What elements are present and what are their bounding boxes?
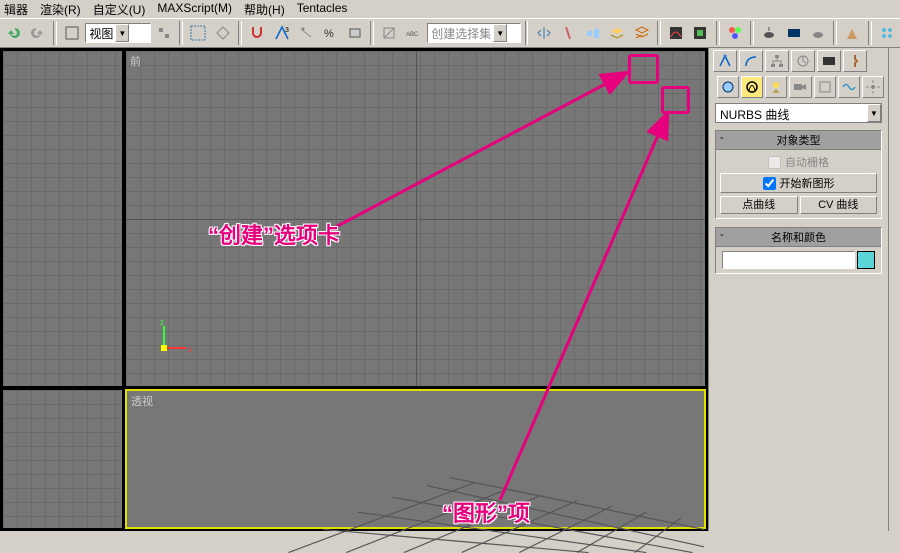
separator [370, 21, 374, 45]
rollout-header[interactable]: - 对象类型 [716, 131, 881, 150]
mirror-button[interactable] [532, 21, 554, 45]
start-new-shape-button[interactable]: 开始新图形 [720, 173, 877, 193]
menu-maxscript[interactable]: MAXScript(M) [157, 1, 232, 17]
start-shape-checkbox[interactable] [763, 177, 776, 190]
modify-tab[interactable] [739, 50, 763, 72]
motion-tab[interactable] [791, 50, 815, 72]
view-dropdown[interactable]: 视图 ▼ [85, 23, 150, 43]
abc-button[interactable]: ABC [403, 21, 425, 45]
name-color-rollout: - 名称和颜色 [715, 227, 882, 274]
object-name-input[interactable] [722, 251, 855, 269]
shapes-subtab[interactable] [741, 76, 763, 98]
tool-b-button[interactable] [876, 21, 898, 45]
cv-curve-button[interactable]: CV 曲线 [800, 196, 878, 214]
menu-bar: 辑器 渲染(R) 自定义(U) MAXScript(M) 帮助(H) Tenta… [0, 0, 900, 18]
selection-all-button[interactable] [187, 21, 209, 45]
chevron-down-icon: ▼ [867, 104, 881, 122]
chevron-down-icon: ▼ [115, 24, 129, 42]
separator [525, 21, 529, 45]
menu-tentacles[interactable]: Tentacles [297, 1, 348, 17]
percent-snap-button[interactable] [295, 21, 317, 45]
create-type-dropdown[interactable]: NURBS 曲线 ▼ [715, 103, 882, 123]
material-editor-button[interactable] [724, 21, 746, 45]
hierarchy-tab[interactable] [765, 50, 789, 72]
auto-grid-checkbox [768, 156, 781, 169]
render-setup-button[interactable] [758, 21, 780, 45]
chevron-down-icon: ▼ [493, 24, 507, 42]
separator [238, 21, 242, 45]
command-panel: NURBS 曲线 ▼ - 对象类型 自动栅格 开始新图形 点曲线 C [708, 48, 888, 531]
menu-help[interactable]: 帮助(H) [244, 1, 285, 17]
rollout-header[interactable]: - 名称和颜色 [716, 228, 881, 247]
menu-editor[interactable]: 辑器 [4, 1, 28, 17]
angle-snap-button[interactable]: 3 [270, 21, 292, 45]
svg-text:z: z [160, 318, 164, 327]
auto-grid-label: 自动栅格 [785, 154, 829, 170]
helpers-subtab[interactable] [814, 76, 836, 98]
separator [179, 21, 183, 45]
schematic-view-button[interactable] [689, 21, 711, 45]
viewport-bottom-left[interactable] [2, 389, 123, 529]
tool-a-button[interactable] [841, 21, 863, 45]
menu-render[interactable]: 渲染(R) [40, 1, 81, 17]
percent-button[interactable]: % [319, 21, 341, 45]
separator [53, 21, 57, 45]
snap-button[interactable] [246, 21, 268, 45]
array-button[interactable] [557, 21, 579, 45]
geometry-subtab[interactable] [717, 76, 739, 98]
viewport-perspective[interactable]: 透视 [125, 389, 706, 529]
separator [868, 21, 872, 45]
align-button[interactable] [581, 21, 603, 45]
point-curve-button[interactable]: 点曲线 [720, 196, 798, 214]
viewport-front[interactable]: 前 x z [125, 50, 706, 387]
main-toolbar: 视图 ▼ 3 % ABC 创建选择集 ▼ [0, 18, 900, 48]
menu-custom[interactable]: 自定义(U) [93, 1, 146, 17]
viewport-front-label: 前 [130, 53, 141, 69]
create-tab[interactable] [713, 50, 737, 72]
cameras-subtab[interactable] [789, 76, 811, 98]
tool-button[interactable] [153, 21, 175, 45]
systems-subtab[interactable] [862, 76, 884, 98]
object-color-swatch[interactable] [857, 251, 875, 269]
selection-filter-button[interactable] [212, 21, 234, 45]
svg-text:3: 3 [285, 27, 289, 34]
viewport-top-left[interactable] [2, 50, 123, 387]
viewport-area: 前 x z 透视 [0, 48, 708, 531]
quick-render-button[interactable] [807, 21, 829, 45]
named-selection-button[interactable] [378, 21, 400, 45]
axis-gizmo-icon: x z [156, 316, 196, 356]
separator [716, 21, 720, 45]
display-tab[interactable] [817, 50, 841, 72]
selection-set-dropdown[interactable]: 创建选择集 ▼ [427, 23, 520, 43]
select-link-button[interactable] [61, 21, 83, 45]
redo-button[interactable] [26, 21, 48, 45]
spacewarps-subtab[interactable] [838, 76, 860, 98]
spinner-snap-button[interactable] [344, 21, 366, 45]
object-type-rollout: - 对象类型 自动栅格 开始新图形 点曲线 CV 曲线 [715, 130, 882, 219]
panel-scroll-strip[interactable] [888, 48, 900, 531]
undo-button[interactable] [2, 21, 24, 45]
svg-text:ABC: ABC [406, 32, 419, 38]
svg-text:%: % [324, 28, 334, 40]
svg-text:x: x [188, 345, 192, 354]
separator [657, 21, 661, 45]
perspective-grid-icon [127, 391, 704, 553]
lights-subtab[interactable] [765, 76, 787, 98]
render-frame-button[interactable] [782, 21, 804, 45]
separator [750, 21, 754, 45]
layers-button[interactable] [606, 21, 628, 45]
separator [833, 21, 837, 45]
curve-editor-button[interactable] [665, 21, 687, 45]
viewport-persp-label: 透视 [131, 393, 153, 409]
utilities-tab[interactable] [843, 50, 867, 72]
layer-manager-button[interactable] [630, 21, 652, 45]
